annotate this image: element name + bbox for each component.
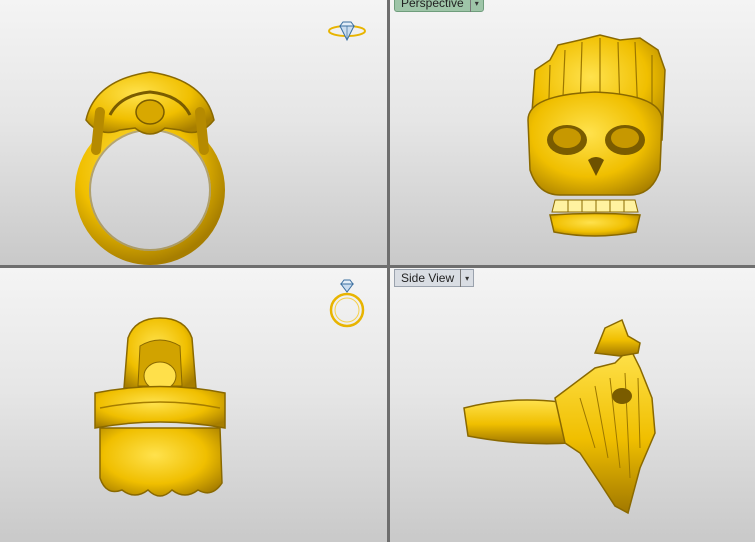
viewport-divider-vertical[interactable] — [387, 0, 390, 542]
viewport-divider-horizontal[interactable] — [0, 265, 755, 268]
ring-model-side[interactable] — [390, 268, 755, 542]
skull-model-perspective[interactable] — [390, 0, 755, 265]
viewport-bottom-right[interactable]: Side View ▾ — [390, 268, 755, 542]
viewport-top-left[interactable] — [0, 0, 387, 265]
ring-model-front[interactable] — [0, 0, 387, 265]
viewport-top-right[interactable]: Perspective ▾ — [390, 0, 755, 265]
viewport-bottom-left[interactable] — [0, 268, 387, 542]
ring-model-top[interactable] — [0, 268, 387, 542]
